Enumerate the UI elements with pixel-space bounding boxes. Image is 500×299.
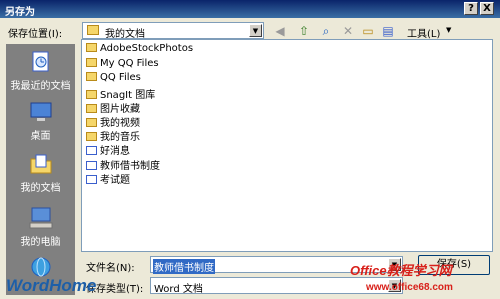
folder-icon [87,25,99,35]
folder-icon [86,72,97,81]
chevron-down-icon[interactable]: ▼ [249,24,262,37]
up-folder-icon[interactable]: ⇧ [296,23,312,39]
place-label: 我最近的文档 [10,81,71,92]
folder-icon [86,90,97,99]
word-document-icon [86,175,97,184]
place-my-computer[interactable]: 我的电脑 [6,206,75,248]
list-item[interactable]: 考试题 [86,171,130,186]
filetype-value: Word 文档 [154,284,203,295]
views-icon[interactable]: ▤ [380,23,396,39]
folder-icon [86,43,97,52]
watermark-right: Office教程学习网 [350,263,452,278]
network-places-icon[interactable] [28,256,54,278]
tools-menu[interactable]: 工具(L) [407,25,440,40]
close-button[interactable]: X [480,2,494,15]
filename-label: 文件名(N): [86,263,135,274]
folder-icon [86,104,97,113]
folder-icon [86,118,97,127]
list-item[interactable]: 教师借书制度 [86,157,160,172]
place-label: 我的文档 [20,183,61,194]
list-item[interactable]: SnagIt 图库 [86,86,155,101]
word-document-icon [86,146,97,155]
desktop-icon [30,102,51,121]
place-my-documents[interactable]: 我的文档 [6,152,75,194]
my-documents-icon [30,154,51,174]
place-desktop[interactable]: 桌面 [6,100,75,142]
location-label: 保存位置(I): [8,29,63,40]
recent-docs-icon [32,51,48,72]
window-title: 另存为 [5,7,35,18]
list-item[interactable]: AdobeStockPhotos [86,43,193,56]
list-item[interactable]: QQ Files [86,72,141,85]
title-bar: 另存为 ? X [0,0,500,18]
help-button[interactable]: ? [464,2,478,15]
my-computer-icon [29,207,52,229]
folder-icon [86,132,97,141]
list-item[interactable]: 我的视频 [86,114,140,129]
places-bar: 我最近的文档 桌面 我的文档 我的电脑 [6,44,75,295]
location-value: 我的文档 [105,29,145,40]
list-item[interactable]: 图片收藏 [86,100,140,115]
file-list[interactable]: AdobeStockPhotos My QQ Files QQ Files Sn… [81,39,493,252]
place-recent[interactable]: 我最近的文档 [6,50,75,92]
watermark-url: www.office68.com [366,282,453,293]
list-item[interactable]: My QQ Files [86,58,159,71]
save-as-dialog: 另存为 ? X 保存位置(I): 我的文档 ▼ ◀ ⇧ ⌕ ✕ ▭ ▤ 工具(L… [0,0,500,299]
folder-icon [86,58,97,67]
chevron-down-icon[interactable]: ▼ [446,26,451,34]
word-document-icon [86,161,97,170]
list-item[interactable]: 我的音乐 [86,128,140,143]
list-item[interactable]: 好消息 [86,142,130,157]
filename-value: 教师借书制度 [153,259,215,274]
new-folder-icon[interactable]: ▭ [360,23,376,39]
search-icon[interactable]: ⌕ [318,23,334,39]
back-icon[interactable]: ◀ [272,23,288,39]
place-label: 桌面 [30,131,51,142]
place-label: 我的电脑 [20,237,61,248]
watermark-left: WordHome [6,276,97,295]
delete-icon[interactable]: ✕ [340,23,356,39]
location-dropdown[interactable]: 我的文档 ▼ [82,22,264,40]
